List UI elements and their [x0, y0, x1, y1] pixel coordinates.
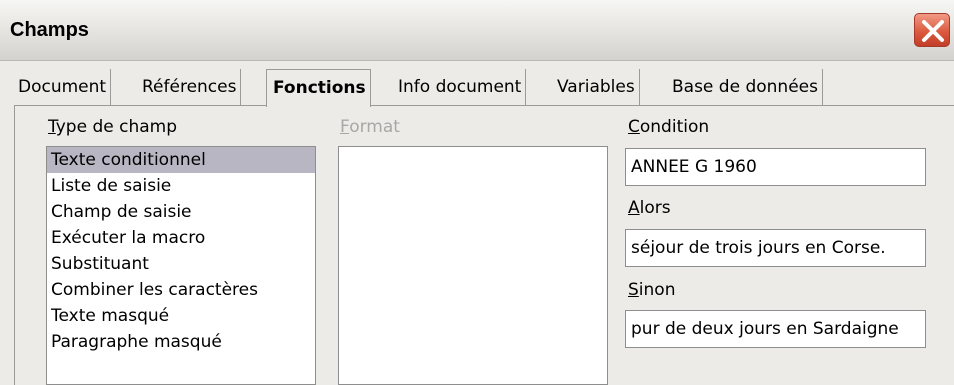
tab-document[interactable]: Document	[12, 69, 112, 105]
tab-info-document[interactable]: Info document	[392, 69, 527, 105]
list-item-texte-conditionnel[interactable]: Texte conditionnel	[47, 147, 315, 173]
condition-mnemonic: C	[628, 117, 640, 137]
list-item-champ-de-saisie[interactable]: Champ de saisie	[47, 199, 315, 225]
format-label: Format	[340, 117, 400, 137]
type-de-champ-label-rest: ype de champ	[55, 117, 178, 137]
sinon-label-rest: inon	[638, 280, 676, 300]
title-bar: Champs	[0, 0, 954, 61]
tab-panel-top-border	[14, 105, 954, 106]
condition-label-rest: ondition	[639, 117, 710, 137]
type-de-champ-label: Type de champ	[48, 117, 177, 137]
tab-base-de-donnees[interactable]: Base de données	[666, 69, 823, 105]
list-item-substituant[interactable]: Substituant	[47, 251, 315, 277]
tab-variables[interactable]: Variables	[551, 69, 640, 105]
window-title: Champs	[10, 19, 89, 41]
alors-label-rest: lors	[639, 198, 671, 218]
tab-references[interactable]: Références	[136, 69, 242, 105]
tab-bar: Document Références Fonctions Info docum…	[12, 69, 862, 107]
list-item-combiner-les-caracteres[interactable]: Combiner les caractères	[47, 277, 315, 303]
alors-mnemonic: A	[628, 198, 640, 218]
list-item-executer-la-macro[interactable]: Exécuter la macro	[47, 225, 315, 251]
close-button[interactable]	[914, 13, 950, 47]
tab-fonctions[interactable]: Fonctions	[266, 69, 371, 107]
condition-label: Condition	[628, 117, 709, 137]
condition-input[interactable]: ANNEE G 1960	[625, 148, 926, 186]
alors-input[interactable]: séjour de trois jours en Corse.	[625, 229, 926, 267]
sinon-mnemonic: S	[628, 280, 639, 300]
alors-label: Alors	[628, 198, 671, 218]
format-label-rest: ormat	[349, 117, 400, 137]
format-mnemonic: F	[340, 117, 350, 137]
list-item-paragraphe-masque[interactable]: Paragraphe masqué	[47, 329, 315, 355]
format-list[interactable]	[338, 146, 608, 385]
list-item-texte-masque[interactable]: Texte masqué	[47, 303, 315, 329]
close-icon	[922, 20, 944, 42]
type-de-champ-list[interactable]: Texte conditionnel Liste de saisie Champ…	[46, 146, 316, 385]
type-de-champ-mnemonic: T	[48, 117, 56, 137]
list-item-liste-de-saisie[interactable]: Liste de saisie	[47, 173, 315, 199]
tab-panel-left-border	[14, 105, 15, 385]
sinon-label: Sinon	[628, 280, 675, 300]
sinon-input[interactable]: pur de deux jours en Sardaigne	[625, 310, 926, 348]
